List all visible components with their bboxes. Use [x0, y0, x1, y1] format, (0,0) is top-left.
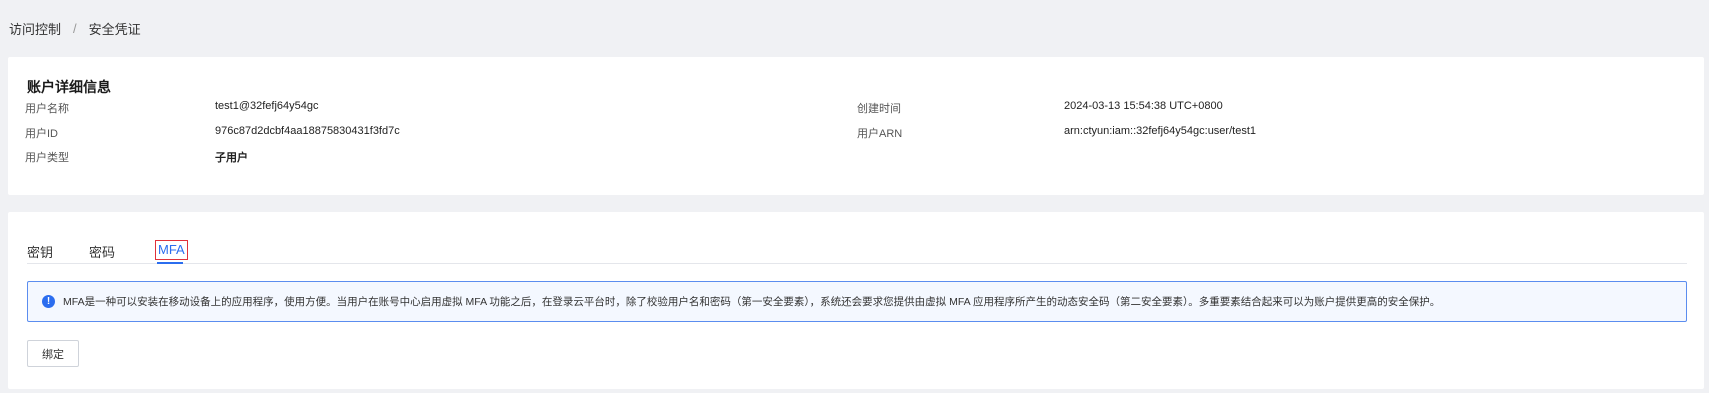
breadcrumb-separator: / — [73, 21, 77, 36]
tab-mfa[interactable]: MFA — [155, 240, 188, 260]
mfa-info-text: MFA是一种可以安装在移动设备上的应用程序，使用方便。当用户在账号中心启用虚拟 … — [63, 296, 1441, 308]
tab-access-key[interactable]: 密钥 — [27, 242, 53, 261]
active-tab-indicator — [157, 262, 183, 264]
credential-tabs: 密钥 密码 MFA — [27, 239, 1687, 264]
account-detail-title: 账户详细信息 — [27, 79, 111, 95]
info-icon: ! — [42, 295, 55, 308]
breadcrumb-current: 安全凭证 — [88, 22, 141, 37]
created-time-label: 创建时间 — [857, 103, 901, 115]
credentials-card: 密钥 密码 MFA ! MFA是一种可以安装在移动设备上的应用程序，使用方便。当… — [8, 212, 1704, 389]
mfa-info-alert: ! MFA是一种可以安装在移动设备上的应用程序，使用方便。当用户在账号中心启用虚… — [27, 281, 1687, 322]
bind-mfa-button[interactable]: 绑定 — [27, 340, 79, 367]
user-id-value: 976c87d2dcbf4aa18875830431f3fd7c — [215, 125, 400, 137]
username-value: test1@32fefj64y54gc — [215, 100, 319, 112]
username-label: 用户名称 — [25, 103, 69, 115]
breadcrumb: 访问控制 / 安全凭证 — [9, 19, 141, 38]
created-time-value: 2024-03-13 15:54:38 UTC+0800 — [1064, 100, 1223, 112]
user-arn-value: arn:ctyun:iam::32fefj64y54gc:user/test1 — [1064, 125, 1256, 137]
account-detail-card: 账户详细信息 用户名称 test1@32fefj64y54gc 用户ID 976… — [8, 57, 1704, 195]
user-arn-label: 用户ARN — [857, 128, 903, 140]
user-type-label: 用户类型 — [25, 152, 69, 164]
tab-password[interactable]: 密码 — [89, 242, 115, 261]
user-type-value: 子用户 — [215, 152, 248, 164]
breadcrumb-access-control[interactable]: 访问控制 — [9, 19, 61, 38]
user-id-label: 用户ID — [25, 128, 58, 140]
